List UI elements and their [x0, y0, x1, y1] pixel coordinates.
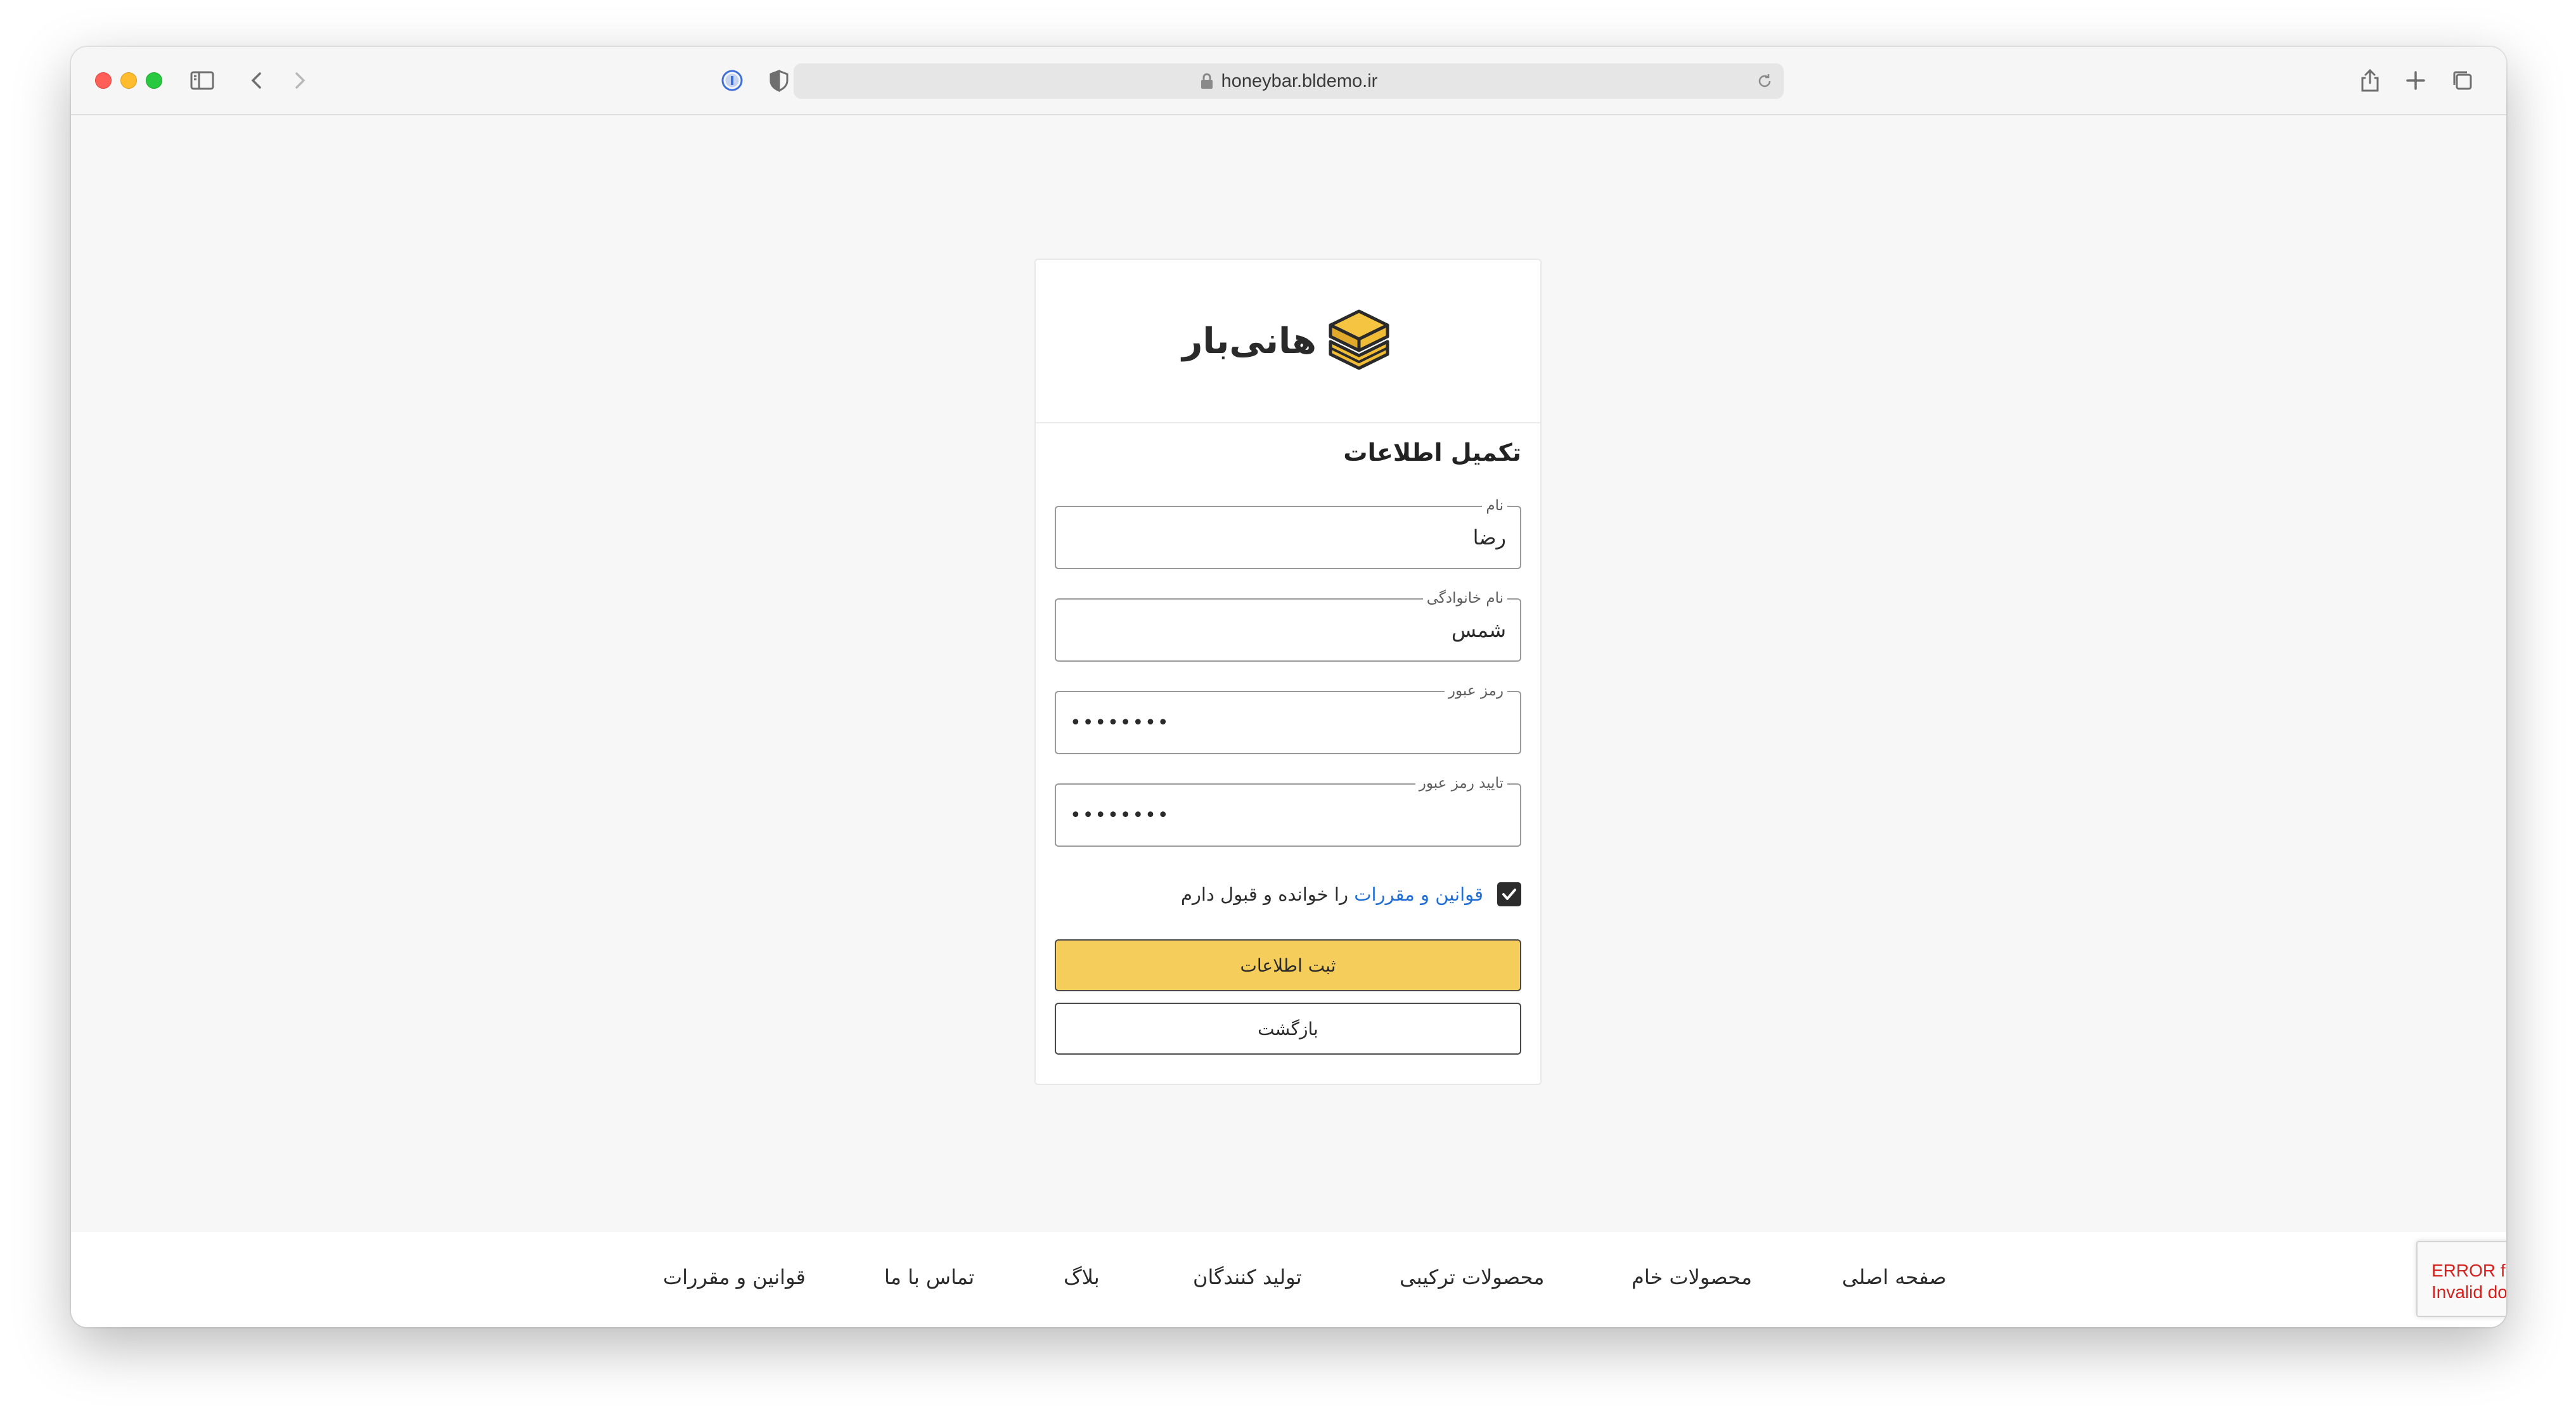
site-logo[interactable]: هانی‌بار: [1182, 306, 1394, 376]
new-tab-icon[interactable]: [2401, 66, 2430, 95]
footer-link-home[interactable]: صفحه اصلی: [1842, 1265, 1947, 1289]
terms-text: قوانین و مقررات را خوانده و قبول دارم: [1181, 884, 1483, 905]
reload-icon[interactable]: [1756, 72, 1774, 90]
footer-link-raw-products[interactable]: محصولات خام: [1632, 1265, 1752, 1289]
maximize-window-button[interactable]: [146, 72, 162, 89]
password-field[interactable]: رمز عبور: [1055, 681, 1521, 754]
site-footer: صفحه اصلی محصولات خام محصولات ترکیبی تول…: [71, 1232, 2506, 1327]
footer-link-mixed-products[interactable]: محصولات ترکیبی: [1400, 1265, 1544, 1289]
card-header: هانی‌بار: [1036, 260, 1540, 423]
password-manager-icon[interactable]: [718, 66, 747, 95]
footer-link-blog[interactable]: بلاگ: [1064, 1265, 1100, 1289]
privacy-shield-icon[interactable]: [764, 66, 794, 95]
signup-card: هانی‌بار تکمیل اطلاعات نام نام خانوادگی: [1034, 259, 1542, 1085]
terms-suffix: را خوانده و قبول دارم: [1180, 884, 1355, 905]
back-button[interactable]: بازگشت: [1055, 1003, 1521, 1055]
last-name-input[interactable]: [1056, 600, 1520, 660]
browser-window: honeybar.bldemo.ir هانی‌بار: [71, 47, 2506, 1327]
tab-overview-icon[interactable]: [2448, 66, 2477, 95]
browser-toolbar: honeybar.bldemo.ir: [71, 47, 2506, 115]
minimize-window-button[interactable]: [120, 72, 137, 89]
url-text: honeybar.bldemo.ir: [1221, 70, 1378, 91]
address-bar[interactable]: honeybar.bldemo.ir: [794, 63, 1784, 99]
recaptcha-badge[interactable]: ERROR fo Invalid do: [2416, 1241, 2506, 1317]
recaptcha-error-line1: ERROR fo: [2431, 1261, 2506, 1280]
first-name-field[interactable]: نام: [1055, 496, 1521, 569]
form-title: تکمیل اطلاعات: [1343, 439, 1521, 466]
terms-row: قوانین و مقررات را خوانده و قبول دارم: [1055, 882, 1521, 906]
checkmark-icon: [1502, 889, 1516, 900]
terms-checkbox[interactable]: [1497, 882, 1521, 906]
recaptcha-error-line2: Invalid do: [2431, 1282, 2506, 1302]
terms-link[interactable]: قوانین و مقررات: [1354, 884, 1483, 905]
footer-link-terms[interactable]: قوانین و مقررات: [663, 1265, 806, 1289]
confirm-password-field[interactable]: تایید رمز عبور: [1055, 774, 1521, 847]
forward-arrow-icon[interactable]: [285, 66, 314, 95]
footer-link-producers[interactable]: تولید کنندگان: [1193, 1265, 1302, 1289]
confirm-password-input[interactable]: [1056, 785, 1520, 846]
footer-link-contact[interactable]: تماس با ما: [884, 1265, 974, 1289]
sidebar-toggle-icon[interactable]: [188, 66, 217, 95]
back-arrow-icon[interactable]: [242, 66, 271, 95]
first-name-input[interactable]: [1056, 507, 1520, 568]
logo-text: هانی‌بار: [1182, 320, 1317, 362]
lock-icon: [1201, 73, 1213, 89]
share-icon[interactable]: [2355, 66, 2385, 95]
submit-button[interactable]: ثبت اطلاعات: [1055, 939, 1521, 991]
close-window-button[interactable]: [95, 72, 112, 89]
honey-box-icon: [1329, 309, 1389, 370]
last-name-field[interactable]: نام خانوادگی: [1055, 589, 1521, 662]
password-input[interactable]: [1056, 692, 1520, 753]
